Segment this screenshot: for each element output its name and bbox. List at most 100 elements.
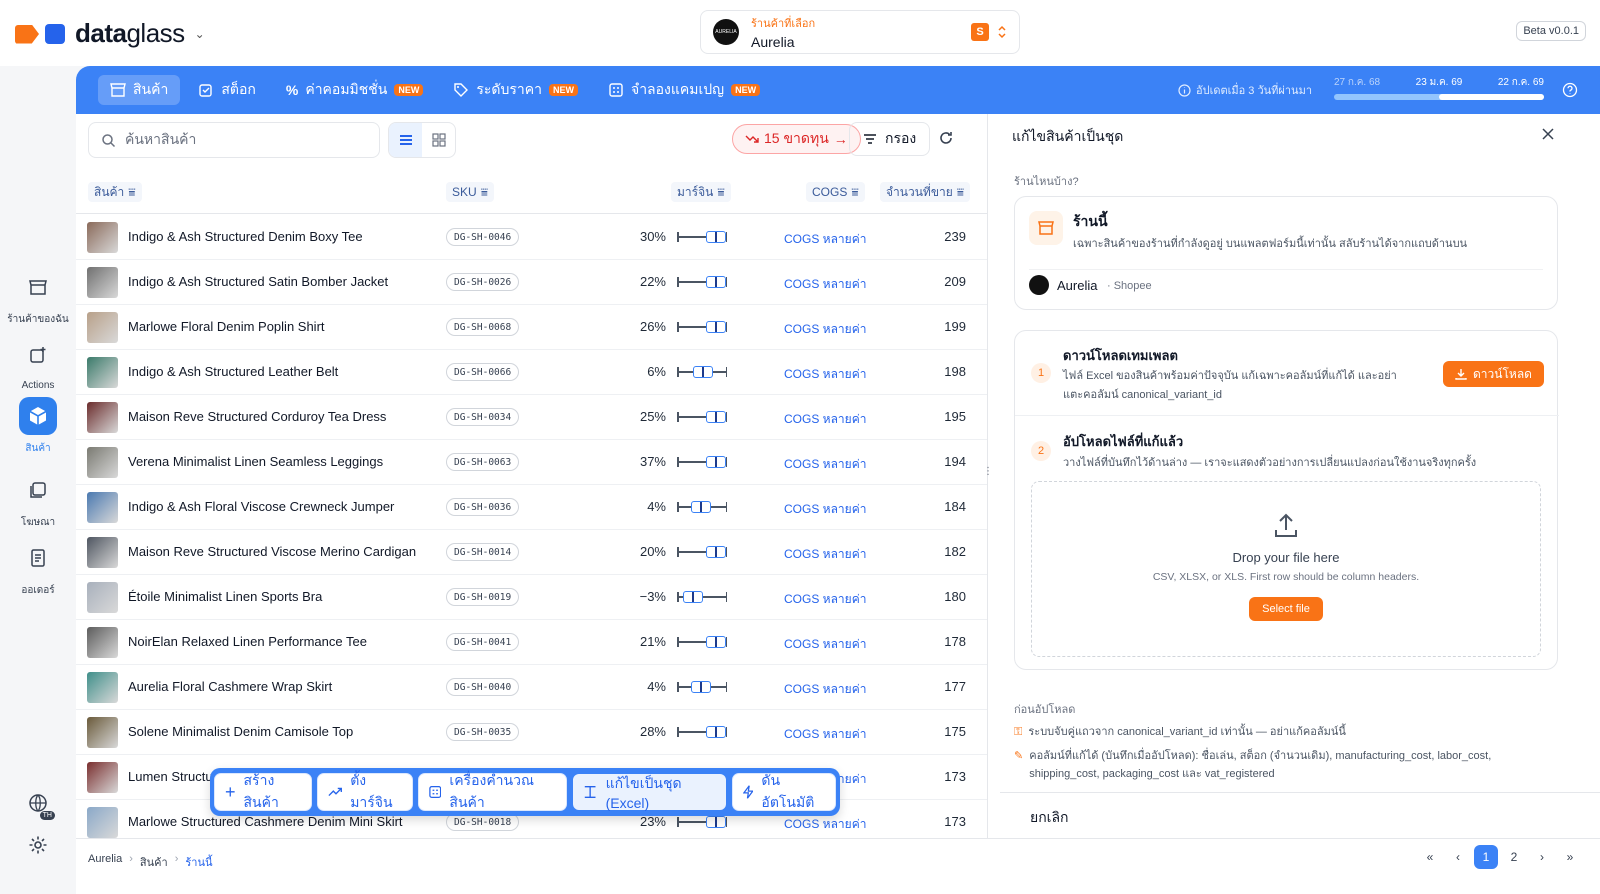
sold-count: 194 <box>944 454 966 469</box>
auto-boost-button[interactable]: ดันอัตโนมัติ <box>731 772 836 811</box>
sold-count: 184 <box>944 499 966 514</box>
sidebar-item-orders[interactable]: ออเดอร์ <box>0 539 76 598</box>
sidebar-item-label: โฆษณา <box>20 517 56 528</box>
table-row[interactable]: Étoile Minimalist Linen Sports Bra DG-SH-… <box>76 575 988 620</box>
breadcrumb-store[interactable]: Aurelia <box>88 853 122 871</box>
table-row[interactable]: Maison Reve Structured Corduroy Tea Dres… <box>76 395 988 440</box>
page-2-button[interactable]: 2 <box>1502 845 1526 869</box>
cogs-link[interactable]: COGS หลายค่า <box>784 815 866 834</box>
panel-title: แก้ไขสินค้าเป็นชุด <box>1012 128 1124 144</box>
bulk-edit-excel-button[interactable]: แก้ไขเป็นชุด (Excel) <box>572 773 727 811</box>
file-dropzone[interactable]: Drop your file here CSV, XLSX, or XLS. F… <box>1031 481 1541 657</box>
grid-view-button[interactable] <box>422 123 455 157</box>
prev-page-button[interactable]: ‹ <box>1446 845 1470 869</box>
table-row[interactable]: Indigo & Ash Floral Viscose Crewneck Jum… <box>76 485 988 530</box>
sidebar-item-products[interactable]: สินค้า <box>0 397 76 456</box>
store-name: Aurelia <box>751 34 795 50</box>
product-name[interactable]: Indigo & Ash Structured Denim Boxy Tee <box>128 229 363 244</box>
step-2-title: อัปโหลดไฟล์ที่แก้แล้ว <box>1063 434 1184 449</box>
product-name[interactable]: Maison Reve Structured Corduroy Tea Dres… <box>128 409 386 424</box>
product-name[interactable]: Aurelia Floral Cashmere Wrap Skirt <box>128 679 332 694</box>
table-row[interactable]: Aurelia Floral Cashmere Wrap Skirt DG-SH-… <box>76 665 988 710</box>
product-name[interactable]: Indigo & Ash Structured Leather Belt <box>128 364 338 379</box>
select-file-button[interactable]: Select file <box>1249 597 1323 621</box>
cogs-link[interactable]: COGS หลายค่า <box>784 680 866 699</box>
product-name[interactable]: Marlowe Floral Denim Poplin Shirt <box>128 319 325 334</box>
drag-handle-icon[interactable]: ⋮ <box>983 466 993 477</box>
table-row[interactable]: Marlowe Floral Denim Poplin Shirt DG-SH-0… <box>76 305 988 350</box>
column-header-cogs[interactable]: COGS ⩸ <box>806 182 865 202</box>
product-name[interactable]: NoirElan Relaxed Linen Performance Tee <box>128 634 367 649</box>
table-row[interactable]: Verena Minimalist Linen Seamless Legging… <box>76 440 988 485</box>
last-page-button[interactable]: » <box>1558 845 1582 869</box>
table-row[interactable]: Solene Minimalist Denim Camisole Top DG-S… <box>76 710 988 755</box>
tab-campaign-sim[interactable]: จำลองแคมเปญ NEW <box>596 75 772 105</box>
product-name[interactable]: Indigo & Ash Structured Satin Bomber Jac… <box>128 274 388 289</box>
close-panel-button[interactable] <box>1542 128 1554 140</box>
table-row[interactable]: Indigo & Ash Structured Satin Bomber Jac… <box>76 260 988 305</box>
first-page-button[interactable]: « <box>1418 845 1442 869</box>
column-header-sold[interactable]: จำนวนที่ขาย ⩸ <box>880 182 971 202</box>
cogs-link[interactable]: COGS หลายค่า <box>784 365 866 384</box>
sku-badge: DG-SH-0066 <box>446 363 520 381</box>
data-timeline[interactable]: 27 ก.ค. 68 23 ม.ค. 69 22 ก.ค. 69 <box>1334 75 1544 105</box>
table-row[interactable]: Indigo & Ash Structured Leather Belt DG-S… <box>76 350 988 395</box>
column-header-product[interactable]: สินค้า ⩸ <box>88 182 142 202</box>
store-selector[interactable]: AURELIA ร้านค้าที่เลือก Aurelia S <box>700 10 1020 54</box>
download-template-button[interactable]: ดาวน์โหลด <box>1443 361 1544 387</box>
settings-button[interactable] <box>0 826 76 870</box>
column-header-sku[interactable]: SKU ⩸ <box>446 182 494 202</box>
chevron-down-icon[interactable]: ⌄ <box>195 27 205 41</box>
product-name[interactable]: Marlowe Structured Cashmere Denim Mini S… <box>128 814 403 829</box>
table-row[interactable]: Indigo & Ash Structured Denim Boxy Tee DG… <box>76 215 988 260</box>
next-page-button[interactable]: › <box>1530 845 1554 869</box>
margin-value: 20% <box>639 544 666 559</box>
before-upload-label: ก่อนอัปโหลด <box>1014 704 1076 716</box>
table-row[interactable]: NoirElan Relaxed Linen Performance Tee DG… <box>76 620 988 665</box>
language-switch[interactable]: TH <box>0 784 76 828</box>
tab-commission[interactable]: % ค่าคอมมิชชั่น NEW <box>274 75 435 105</box>
loss-filter-button[interactable]: 15 ขาดทุน → <box>732 124 861 154</box>
cogs-link[interactable]: COGS หลายค่า <box>784 410 866 429</box>
download-label: ดาวน์โหลด <box>1473 366 1532 381</box>
cogs-link[interactable]: COGS หลายค่า <box>784 725 866 744</box>
product-name[interactable]: Maison Reve Structured Viscose Merino Ca… <box>128 544 416 559</box>
product-name[interactable]: Solene Minimalist Denim Camisole Top <box>128 724 353 739</box>
cogs-link[interactable]: COGS หลายค่า <box>784 590 866 609</box>
refresh-button[interactable] <box>938 130 954 146</box>
create-product-button[interactable]: + สร้างสินค้า <box>214 772 312 811</box>
tab-stock[interactable]: สต็อก <box>186 75 268 105</box>
product-name[interactable]: Étoile Minimalist Linen Sports Bra <box>128 589 322 604</box>
column-header-margin[interactable]: มาร์จิน ⩸ <box>671 182 731 202</box>
table-row[interactable]: Maison Reve Structured Viscose Merino Ca… <box>76 530 988 575</box>
list-view-button[interactable] <box>389 123 422 157</box>
cogs-link[interactable]: COGS หลายค่า <box>784 230 866 249</box>
cogs-link[interactable]: COGS หลายค่า <box>784 500 866 519</box>
store-scope-card[interactable]: ร้านนี้ เฉพาะสินค้าของร้านที่กำลังดูอยู่… <box>1014 196 1558 310</box>
filter-button[interactable]: กรอง <box>849 122 931 156</box>
cogs-link[interactable]: COGS หลายค่า <box>784 635 866 654</box>
cancel-button[interactable]: ยกเลิก <box>1030 807 1069 829</box>
sidebar-item-my-stores[interactable]: ร้านค้าของฉัน <box>0 268 76 327</box>
page-1-button[interactable]: 1 <box>1474 845 1498 869</box>
help-icon[interactable] <box>1562 82 1578 98</box>
top-bar: dataglass ⌄ AURELIA ร้านค้าที่เลือก Aure… <box>0 0 1600 66</box>
tab-price-tier[interactable]: ระดับราคา NEW <box>441 75 590 105</box>
product-name[interactable]: Indigo & Ash Floral Viscose Crewneck Jum… <box>128 499 394 514</box>
set-margin-button[interactable]: ตั้งมาร์จิน <box>317 772 413 811</box>
breadcrumb-products[interactable]: สินค้า <box>140 853 168 871</box>
sidebar-item-actions[interactable]: Actions <box>0 336 76 391</box>
cogs-link[interactable]: COGS หลายค่า <box>784 275 866 294</box>
sidebar-item-ads[interactable]: โฆษณา <box>0 471 76 530</box>
margin-value: −3% <box>639 589 666 604</box>
margin-range-bar <box>676 814 728 830</box>
loss-filter-label: 15 ขาดทุน <box>764 130 829 146</box>
cogs-link[interactable]: COGS หลายค่า <box>784 320 866 339</box>
cogs-link[interactable]: COGS หลายค่า <box>784 545 866 564</box>
app-logo[interactable]: dataglass ⌄ <box>15 18 205 49</box>
cogs-link[interactable]: COGS หลายค่า <box>784 455 866 474</box>
product-name[interactable]: Verena Minimalist Linen Seamless Legging… <box>128 454 383 469</box>
search-input[interactable]: ค้นหาสินค้า <box>88 122 380 158</box>
product-calculator-button[interactable]: เครื่องคำนวณสินค้า <box>417 772 568 811</box>
tab-products[interactable]: สินค้า <box>98 75 181 105</box>
